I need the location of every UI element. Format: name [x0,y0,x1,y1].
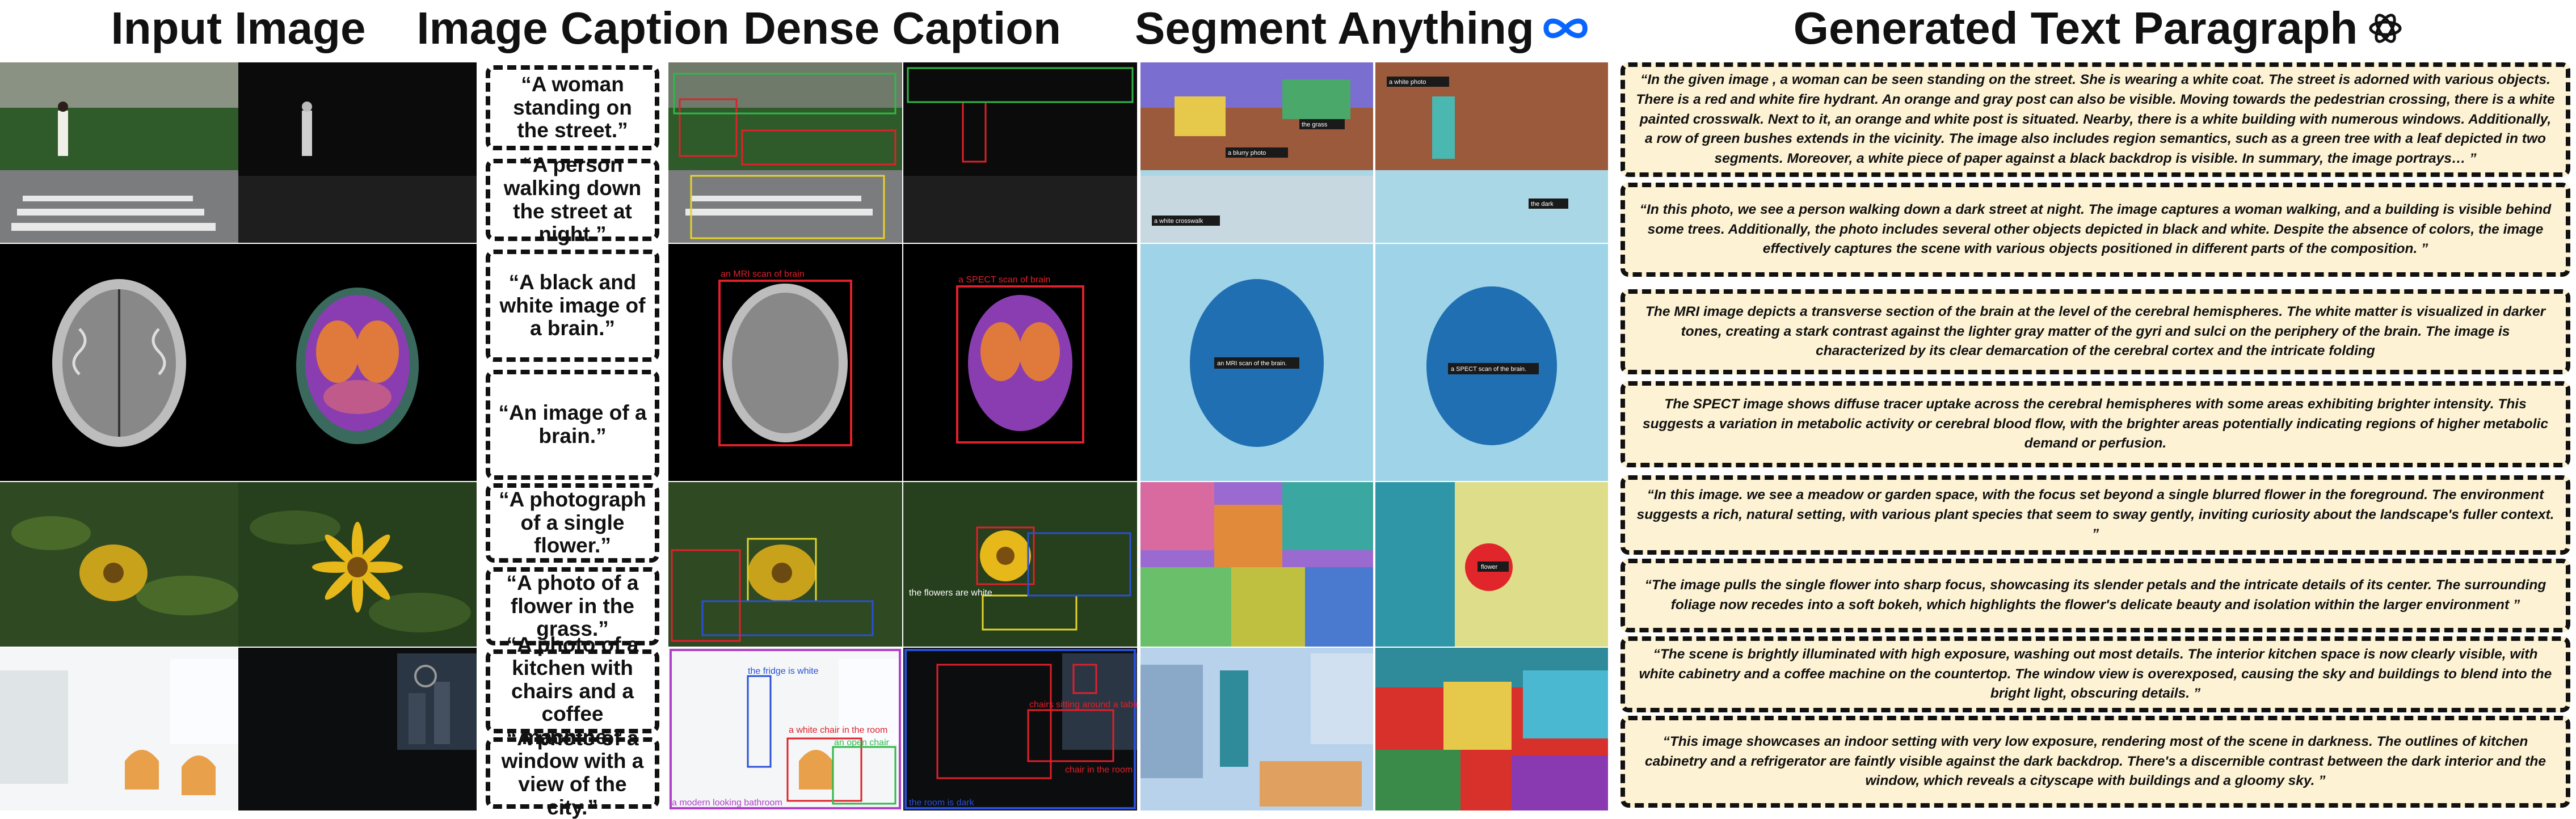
generated-paragraph: “In this image. we see a meadow or garde… [1620,475,2570,555]
segment-flower-sharp: flower [1375,482,1608,647]
dense-label-open-chair: an open chair [834,738,890,748]
segment-label-crosswalk: a white crosswalk [1154,218,1203,225]
input-image-street-day [0,62,238,243]
dense-label-room-dark: the room is dark [909,798,975,808]
header-generated-text: Generated Text Paragraph [1736,0,2463,57]
input-image-kitchen-dark [238,648,477,810]
input-image-kitchen-bright [0,648,238,810]
input-image-street-night [238,62,477,243]
caption-box: “A woman standing on the street.” [486,65,659,150]
dense-label-flower: the flowers are white [909,588,992,598]
caption-box: “A photo of a kitchen with chairs and a … [486,633,659,749]
caption-box: “A photo of a window with a view of the … [486,727,659,819]
segment-label-mri: an MRI scan of the brain. [1217,360,1287,367]
segment-brain-mri: an MRI scan of the brain. [1140,244,1373,481]
openai-icon [2369,14,2402,43]
dense-caption-brain-mri: an MRI scan of brain [668,244,902,481]
segment-street-day: a white crosswalk a blurry photo the gra… [1140,62,1373,243]
dense-caption-brain-spect: a SPECT scan of brain [903,244,1137,481]
dense-label-spect: a SPECT scan of brain [958,275,1050,285]
segment-label-flower: flower [1481,564,1498,571]
generated-paragraph: “In this photo, we see a person walking … [1620,183,2570,277]
segment-label-white-photo: a white photo [1389,79,1426,86]
header-input-image: Input Image [111,3,366,53]
dense-label-chairs-table: chairs sitting around a table [1029,700,1137,710]
caption-box: “A black and white image of a brain.” [486,250,659,362]
header-dense-caption: Dense Caption [743,3,1062,53]
input-image-flower-sharp [238,482,477,647]
segment-anything-title: Segment Anything [1135,3,1534,53]
segment-label-blurry: a blurry photo [1228,150,1266,157]
input-image-flower-blurred [0,482,238,647]
generated-paragraph: The MRI image depicts a transverse secti… [1620,289,2570,374]
dense-label-chair-room: chair in the room [1065,765,1133,775]
input-image-brain-mri [0,244,238,481]
dense-caption-kitchen-dark: chairs sitting around a table chair in t… [903,648,1137,810]
input-image-brain-spect [238,244,477,481]
segment-street-night: a white photo the dark [1375,62,1608,243]
meta-icon [1543,18,1588,39]
generated-paragraph: “The scene is brightly illuminated with … [1620,636,2570,712]
segment-label-grass: the grass [1302,121,1328,128]
dense-caption-street-day [668,62,902,243]
dense-caption-kitchen-bright: the fridge is white a white chair in the… [668,648,902,810]
dense-caption-flower-sharp: the flowers are white [903,482,1137,647]
segment-flower-blurred [1140,482,1373,647]
generated-paragraph: “This image showcases an indoor setting … [1620,716,2570,808]
dense-caption-street-night [903,62,1137,243]
segment-brain-spect: a SPECT scan of the brain. [1375,244,1608,481]
header-segment-anything: Segment Anything [1135,0,1589,57]
dense-label-mri: an MRI scan of brain [721,269,805,279]
caption-box: “A photograph of a single flower.” [486,483,659,563]
caption-box: “A person walking down the street at nig… [486,153,659,246]
segment-label-dark: the dark [1531,201,1554,208]
dense-label-bathroom: a modern looking bathroom [672,798,782,808]
segment-kitchen-bright [1140,648,1373,810]
dense-caption-flower-blurred [668,482,902,647]
generated-paragraph: The SPECT image shows diffuse tracer upt… [1620,381,2570,467]
generated-text-title: Generated Text Paragraph [1793,3,2358,53]
segment-label-spect: a SPECT scan of the brain. [1451,366,1526,373]
generated-paragraph: “The image pulls the single flower into … [1620,559,2570,632]
dense-label-fridge: the fridge is white [748,666,819,676]
dense-label-chair: a white chair in the room [789,725,887,735]
segment-kitchen-dark [1375,648,1608,810]
caption-box: “An image of a brain.” [486,370,659,480]
generated-paragraph: “In the given image , a woman can be see… [1620,62,2570,177]
